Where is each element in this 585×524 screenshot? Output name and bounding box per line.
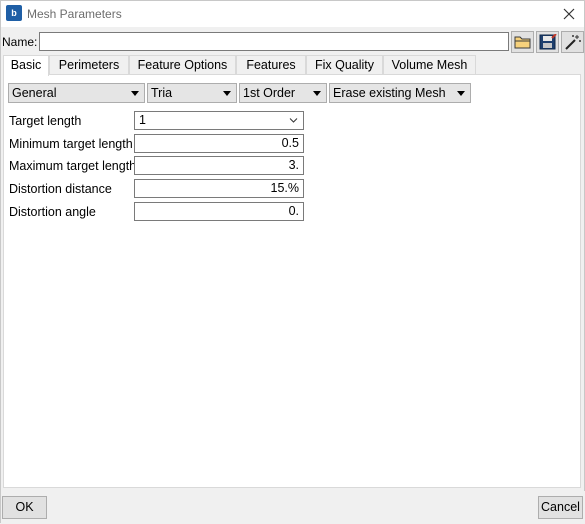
name-label: Name: bbox=[2, 35, 38, 49]
ok-button-label: OK bbox=[15, 500, 34, 514]
target-length-select[interactable]: 1 bbox=[134, 111, 304, 130]
chevron-down-icon bbox=[289, 118, 298, 123]
title-bar: b Mesh Parameters bbox=[1, 1, 584, 27]
min-target-length-label: Minimum target length bbox=[9, 137, 133, 151]
min-target-length-input[interactable]: 0.5 bbox=[134, 134, 304, 153]
open-folder-button[interactable] bbox=[511, 31, 534, 53]
tab-basic[interactable]: Basic bbox=[3, 55, 49, 76]
min-target-length-value: 0.5 bbox=[281, 136, 299, 150]
cancel-button-label: Cancel bbox=[541, 500, 580, 514]
distortion-distance-value: 15.% bbox=[270, 181, 300, 195]
element-type-value: Tria bbox=[151, 86, 173, 100]
dropdown-arrow-icon bbox=[313, 91, 321, 96]
tab-perimeters-label: Perimeters bbox=[58, 58, 120, 72]
dropdown-arrow-icon bbox=[131, 91, 139, 96]
close-button[interactable] bbox=[558, 3, 580, 25]
element-type-select[interactable]: Tria bbox=[147, 83, 237, 103]
target-length-label: Target length bbox=[9, 114, 82, 128]
max-target-length-input[interactable]: 3. bbox=[134, 156, 304, 175]
existing-mesh-value: Erase existing Mesh bbox=[333, 86, 446, 100]
window-title: Mesh Parameters bbox=[27, 7, 122, 21]
distortion-angle-label: Distortion angle bbox=[9, 205, 96, 219]
save-button[interactable] bbox=[536, 31, 559, 53]
tab-fix-quality-label: Fix Quality bbox=[314, 58, 375, 72]
tab-feature-options-label: Feature Options bbox=[137, 58, 228, 72]
app-logo-icon: b bbox=[6, 5, 22, 21]
tab-feature-options[interactable]: Feature Options bbox=[129, 55, 236, 75]
mesh-parameters-window: b Mesh Parameters Name: Basic Perimeters… bbox=[0, 0, 585, 524]
folder-icon bbox=[514, 36, 531, 49]
existing-mesh-select[interactable]: Erase existing Mesh bbox=[329, 83, 471, 103]
element-order-select[interactable]: 1st Order bbox=[239, 83, 327, 103]
distortion-angle-input[interactable]: 0. bbox=[134, 202, 304, 221]
basic-tab-panel: General Tria 1st Order Erase existing Me… bbox=[3, 74, 581, 488]
name-input[interactable] bbox=[39, 32, 509, 51]
tab-volume-mesh-label: Volume Mesh bbox=[391, 58, 468, 72]
distortion-distance-input[interactable]: 15.% bbox=[134, 179, 304, 198]
name-row: Name: bbox=[1, 31, 585, 53]
tab-basic-label: Basic bbox=[10, 58, 42, 72]
magic-wand-button[interactable] bbox=[561, 31, 584, 53]
dropdown-arrow-icon bbox=[223, 91, 231, 96]
floppy-disk-icon bbox=[539, 34, 557, 50]
cancel-button[interactable]: Cancel bbox=[538, 496, 583, 519]
target-length-value: 1 bbox=[139, 113, 146, 127]
distortion-angle-value: 0. bbox=[288, 204, 299, 218]
tab-features-label: Features bbox=[246, 58, 296, 72]
mesh-category-value: General bbox=[12, 86, 57, 100]
dialog-footer: OK Cancel bbox=[1, 491, 585, 524]
magic-wand-icon bbox=[565, 35, 581, 50]
tab-volume-mesh[interactable]: Volume Mesh bbox=[383, 55, 476, 75]
tab-features[interactable]: Features bbox=[236, 55, 306, 75]
close-icon bbox=[563, 8, 575, 20]
ok-button[interactable]: OK bbox=[2, 496, 47, 519]
mesh-category-select[interactable]: General bbox=[8, 83, 145, 103]
distortion-distance-label: Distortion distance bbox=[9, 182, 112, 196]
element-order-value: 1st Order bbox=[243, 86, 296, 100]
tab-perimeters[interactable]: Perimeters bbox=[49, 55, 129, 75]
tab-fix-quality[interactable]: Fix Quality bbox=[306, 55, 383, 75]
max-target-length-value: 3. bbox=[288, 158, 299, 172]
dropdown-arrow-icon bbox=[457, 91, 465, 96]
max-target-length-label: Maximum target length bbox=[9, 159, 137, 173]
